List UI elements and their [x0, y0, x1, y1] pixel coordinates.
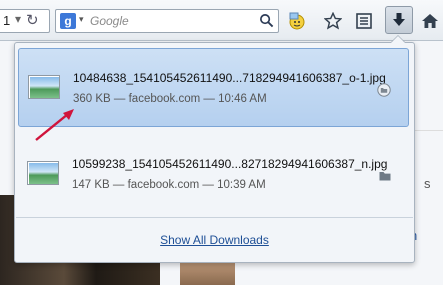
open-folder-icon[interactable]: [377, 83, 391, 97]
home-icon[interactable]: [418, 9, 442, 33]
page-text-fragment: s: [424, 176, 431, 191]
annotation-arrow-icon: [35, 109, 74, 141]
download-filename: 10484638_154105452611490...7182949416063…: [73, 71, 386, 85]
image-file-icon: [28, 75, 60, 99]
downloads-panel: 10484638_154105452611490...7182949416063…: [14, 42, 415, 263]
browser-toolbar: 1 ▾ ↻ g ▾ Google: [0, 0, 443, 41]
search-icon[interactable]: [259, 13, 274, 28]
bookmark-star-icon[interactable]: [321, 9, 345, 33]
download-meta: 147 KB — facebook.com — 10:39 AM: [72, 179, 266, 191]
folder-icon[interactable]: [378, 169, 392, 183]
download-item[interactable]: 10599238_154105452611490...8271829494160…: [18, 135, 409, 214]
chevron-down-icon[interactable]: ▾: [15, 12, 21, 26]
reload-icon[interactable]: ↻: [26, 11, 39, 29]
search-placeholder: Google: [90, 14, 129, 28]
engine-dropdown-icon[interactable]: ▾: [79, 14, 84, 25]
url-bar[interactable]: 1 ▾ ↻: [0, 9, 50, 33]
google-engine-icon[interactable]: g: [60, 13, 76, 29]
popup-pointer-inner: [391, 36, 405, 43]
show-all-downloads-link[interactable]: Show All Downloads: [15, 233, 414, 247]
bookmarks-menu-icon[interactable]: [352, 9, 376, 33]
download-meta: 360 KB — facebook.com — 10:46 AM: [73, 93, 267, 105]
show-all-downloads-label: Show All Downloads: [160, 233, 269, 247]
downloads-button[interactable]: [385, 6, 413, 34]
download-arrow-icon: [393, 13, 405, 26]
image-file-icon: [27, 161, 59, 185]
download-filename: 10599238_154105452611490...8271829494160…: [72, 157, 388, 171]
extension-icon[interactable]: [285, 9, 309, 33]
panel-divider: [16, 217, 413, 218]
page-divider: [415, 130, 443, 131]
search-input[interactable]: g ▾ Google: [55, 9, 279, 33]
url-bar-text: 1: [3, 13, 11, 28]
